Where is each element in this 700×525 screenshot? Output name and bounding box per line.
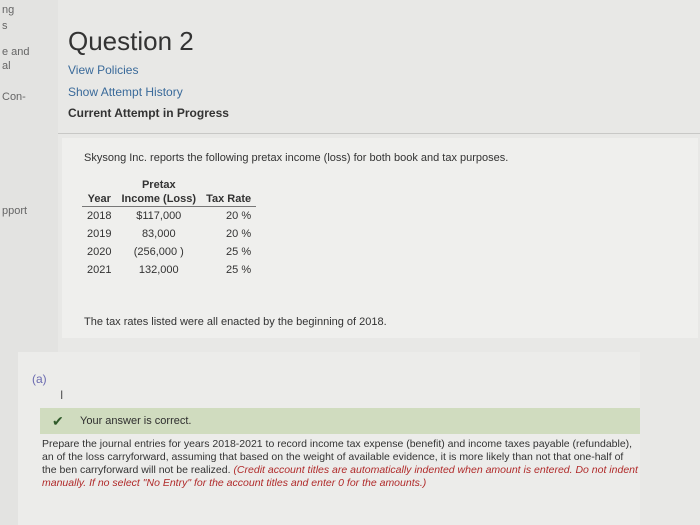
sidebar-link[interactable]: Con-: [2, 91, 26, 103]
question-title: Question 2: [68, 26, 194, 56]
attempt-status: Current Attempt in Progress: [68, 106, 229, 120]
check-icon: ✔: [52, 413, 64, 429]
table-row: 2020 (256,000 ) 25 %: [82, 243, 256, 261]
sidebar-fragment: ng: [2, 4, 15, 16]
divider: [58, 133, 700, 134]
sidebar-link[interactable]: al: [2, 60, 11, 72]
text-cursor-icon: I: [60, 388, 64, 402]
problem-statement: Skysong Inc. reports the following preta…: [84, 152, 509, 164]
sidebar-fragment: s: [2, 20, 8, 32]
year-cell: 2018: [87, 210, 112, 222]
column-header: Income (Loss): [116, 192, 202, 207]
income-cell: $117,000: [136, 210, 182, 222]
problem-panel: Skysong Inc. reports the following preta…: [62, 138, 698, 338]
sidebar-link[interactable]: pport: [2, 205, 27, 217]
income-cell: (256,000 ): [133, 246, 184, 258]
column-header: Pretax: [141, 179, 176, 191]
part-label: (a): [32, 372, 47, 386]
sidebar-link[interactable]: e and: [2, 46, 30, 58]
show-attempt-history-link[interactable]: Show Attempt History: [68, 85, 183, 99]
year-cell: 2021: [87, 264, 112, 276]
rate-cell: 25 %: [226, 264, 252, 276]
income-table: Pretax Year Income (Loss) Tax Rate 2018 …: [82, 178, 257, 279]
column-header: Year: [82, 192, 117, 207]
table-row: 2018 $117,000 20 %: [82, 207, 256, 226]
view-policies-link[interactable]: View Policies: [68, 63, 138, 77]
rate-cell: 20 %: [226, 210, 252, 222]
instructions: Prepare the journal entries for years 20…: [42, 438, 640, 490]
table-row: 2019 83,000 20 %: [82, 225, 256, 243]
income-cell: 132,000: [138, 264, 179, 276]
feedback-text: Your answer is correct.: [80, 415, 192, 427]
rate-cell: 25 %: [226, 246, 252, 258]
column-header: Tax Rate: [201, 192, 257, 207]
income-cell: 83,000: [141, 228, 176, 240]
correct-answer-banner: ✔ Your answer is correct.: [40, 408, 640, 434]
table-row: 2021 132,000 25 %: [82, 261, 256, 279]
part-a-panel: (a) I ✔ Your answer is correct. Prepare …: [18, 352, 640, 525]
year-cell: 2019: [87, 228, 112, 240]
rate-cell: 20 %: [226, 228, 252, 240]
tax-rate-note: The tax rates listed were all enacted by…: [84, 316, 387, 328]
year-cell: 2020: [87, 246, 112, 258]
